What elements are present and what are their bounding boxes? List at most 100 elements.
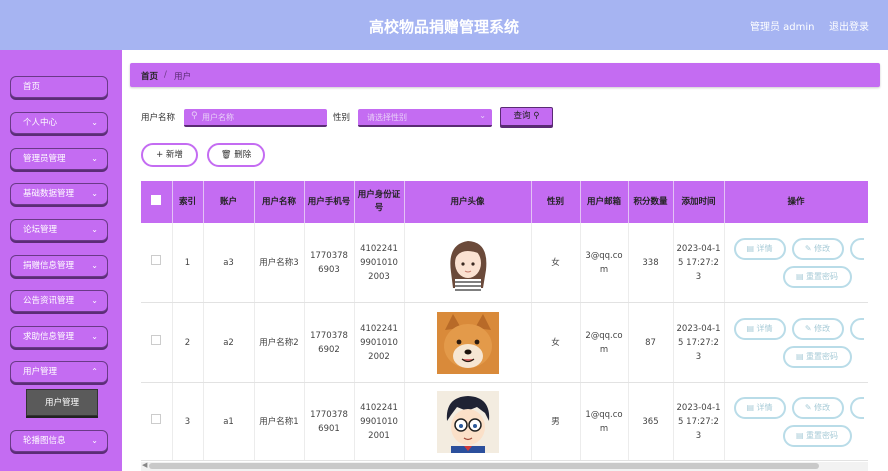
- chevron-up-icon: ⌃: [91, 362, 98, 382]
- cell-added-time: 2023-04-15 17:27:23: [673, 383, 724, 461]
- edit-icon: ✎: [805, 403, 812, 412]
- reset-password-button[interactable]: ▤ 重置密码: [783, 425, 852, 447]
- sidebar-item-label: 求助信息管理: [23, 332, 74, 342]
- detail-button[interactable]: ▤ 详情: [734, 397, 786, 419]
- chevron-down-icon: ⌄: [91, 149, 98, 169]
- sidebar-item-label: 论坛管理: [23, 225, 57, 235]
- delete-row-button[interactable]: [850, 397, 864, 419]
- user-table: 索引 账户 用户名称 用户手机号 用户身份证号 用户头像 性别 用户邮箱 积分数…: [141, 181, 868, 462]
- cell-phone: 17703786902: [304, 303, 354, 383]
- sidebar-item-home[interactable]: 首页: [10, 76, 108, 98]
- column-header-points: 积分数量: [628, 181, 673, 223]
- cell-actions: ▤ 详情 ✎ 修改 ▤ 重置密码: [724, 383, 868, 461]
- sidebar-item-label: 轮播图信息: [23, 436, 66, 446]
- edit-button[interactable]: ✎ 修改: [792, 397, 844, 419]
- sidebar-item-label: 管理员管理: [23, 154, 66, 164]
- reset-password-button[interactable]: ▤ 重置密码: [783, 266, 852, 288]
- sidebar-item-forum[interactable]: 论坛管理 ⌄: [10, 219, 108, 241]
- cell-avatar: [404, 303, 531, 383]
- sidebar-item-label: 公告资讯管理: [23, 296, 74, 306]
- cell-added-time: 2023-04-15 17:27:23: [673, 223, 724, 303]
- sidebar-item-label: 用户管理: [23, 367, 57, 377]
- column-header-username: 用户名称: [254, 181, 304, 223]
- table-header-row: 索引 账户 用户名称 用户手机号 用户身份证号 用户头像 性别 用户邮箱 积分数…: [141, 181, 868, 223]
- gender-select[interactable]: 请选择性别 ⌄: [358, 109, 492, 127]
- cell-email: 2@qq.com: [580, 303, 628, 383]
- query-button[interactable]: 查询 ⚲: [500, 107, 553, 126]
- username-search-placeholder: 用户名称: [202, 112, 234, 123]
- cell-actions: ▤ 详情 ✎ 修改 ▤ 重置密码: [724, 223, 868, 303]
- cell-id-card: 410224199010102003: [354, 223, 404, 303]
- breadcrumb-home[interactable]: 首页: [141, 70, 158, 82]
- select-all-checkbox[interactable]: [141, 181, 172, 223]
- sidebar-item-donation[interactable]: 捐赠信息管理 ⌄: [10, 255, 108, 277]
- edit-button[interactable]: ✎ 修改: [792, 238, 844, 260]
- column-header-gender: 性别: [531, 181, 580, 223]
- add-button-label: 新增: [166, 150, 183, 160]
- reset-password-button[interactable]: ▤ 重置密码: [783, 346, 852, 368]
- top-header: 高校物品捐赠管理系统 管理员 admin 退出登录: [0, 0, 888, 50]
- detail-button-label: 详情: [757, 403, 773, 412]
- sidebar-item-label: 个人中心: [23, 118, 57, 128]
- chevron-down-icon: ⌄: [91, 113, 98, 133]
- sidebar-item-user-management[interactable]: 用户管理 ⌃: [10, 361, 108, 383]
- delete-row-button[interactable]: [850, 318, 864, 340]
- scrollbar-thumb[interactable]: [149, 463, 819, 469]
- edit-icon: ✎: [805, 324, 812, 333]
- delete-button[interactable]: 🗑︎ 删除: [207, 143, 265, 167]
- chevron-down-icon: ⌄: [91, 327, 98, 347]
- search-icon: ⚲: [533, 111, 539, 121]
- row-checkbox[interactable]: [141, 223, 172, 303]
- cell-points: 87: [628, 303, 673, 383]
- avatar-cartoon-boy-glasses: [437, 391, 499, 453]
- horizontal-scrollbar[interactable]: ◀: [141, 462, 868, 471]
- detail-button[interactable]: ▤ 详情: [734, 238, 786, 260]
- sidebar-item-personal-center[interactable]: 个人中心 ⌄: [10, 112, 108, 134]
- cell-phone: 17703786903: [304, 223, 354, 303]
- edit-button-label: 修改: [814, 324, 830, 333]
- edit-icon: ✎: [805, 244, 812, 253]
- cell-email: 3@qq.com: [580, 223, 628, 303]
- gender-filter-label: 性别: [333, 111, 350, 123]
- breadcrumb-separator: /: [164, 70, 167, 80]
- cell-points: 338: [628, 223, 673, 303]
- document-icon: ▤: [796, 352, 804, 361]
- sidebar-item-admin-management[interactable]: 管理员管理 ⌄: [10, 148, 108, 170]
- cell-index: 2: [172, 303, 203, 383]
- detail-button[interactable]: ▤ 详情: [734, 318, 786, 340]
- logout-link[interactable]: 退出登录: [829, 18, 869, 33]
- username-search-input[interactable]: ⚲ 用户名称: [184, 109, 327, 127]
- cell-added-time: 2023-04-15 17:27:23: [673, 303, 724, 383]
- row-checkbox[interactable]: [141, 303, 172, 383]
- sidebar-item-carousel[interactable]: 轮播图信息 ⌄: [10, 430, 108, 452]
- username-filter-label: 用户名称: [141, 111, 175, 123]
- scroll-left-arrow-icon[interactable]: ◀: [142, 461, 147, 469]
- sidebar-item-announcements[interactable]: 公告资讯管理 ⌄: [10, 290, 108, 312]
- sidebar-subitem-user-management[interactable]: 用户管理: [26, 389, 98, 416]
- cell-gender: 女: [531, 223, 580, 303]
- document-icon: ▤: [746, 324, 754, 333]
- search-icon: ⚲: [191, 111, 198, 121]
- breadcrumb-current: 用户: [174, 70, 191, 82]
- query-button-label: 查询: [514, 111, 531, 121]
- document-icon: ▤: [796, 272, 804, 281]
- avatar-cartoon-girl: [437, 232, 499, 294]
- chevron-down-icon: ⌄: [479, 111, 486, 120]
- sidebar-item-base-data[interactable]: 基础数据管理 ⌄: [10, 183, 108, 205]
- chevron-down-icon: ⌄: [91, 184, 98, 204]
- chevron-down-icon: ⌄: [91, 220, 98, 240]
- cell-gender: 女: [531, 303, 580, 383]
- row-checkbox[interactable]: [141, 383, 172, 461]
- edit-button[interactable]: ✎ 修改: [792, 318, 844, 340]
- column-header-account: 账户: [203, 181, 254, 223]
- sidebar-item-help-requests[interactable]: 求助信息管理 ⌄: [10, 326, 108, 348]
- cell-id-card: 410224199010102001: [354, 383, 404, 461]
- cell-account: a2: [203, 303, 254, 383]
- cell-username: 用户名称2: [254, 303, 304, 383]
- chevron-down-icon: ⌄: [91, 431, 98, 451]
- detail-button-label: 详情: [757, 244, 773, 253]
- reset-password-label: 重置密码: [806, 352, 838, 361]
- delete-row-button[interactable]: [850, 238, 864, 260]
- cell-avatar: [404, 223, 531, 303]
- add-button[interactable]: + 新增: [141, 143, 198, 167]
